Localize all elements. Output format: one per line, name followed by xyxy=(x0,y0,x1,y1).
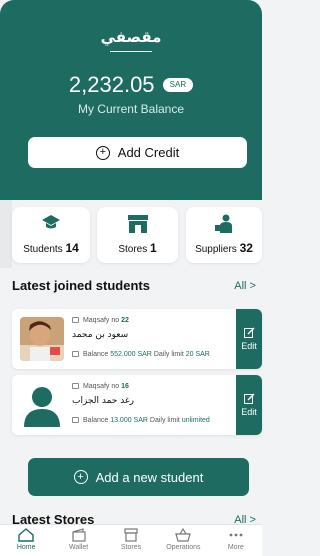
daily-limit-value: unlimited xyxy=(181,417,210,424)
graduation-cap-icon xyxy=(41,214,61,236)
more-icon xyxy=(229,533,243,537)
wallet-mini-icon xyxy=(72,417,79,423)
student-avatar-photo xyxy=(20,317,64,361)
nav-home[interactable]: Home xyxy=(0,525,52,556)
student-card[interactable]: Maqsafy no 16 رغد حمد الجزاب Balance 13.… xyxy=(12,375,262,435)
edit-student-button[interactable]: Edit xyxy=(236,309,262,369)
edit-student-button[interactable]: Edit xyxy=(236,375,262,435)
stat-card-stores[interactable]: Stores 1 xyxy=(97,207,178,263)
latest-students-title: Latest joined students xyxy=(12,278,150,293)
default-user-icon xyxy=(20,383,64,427)
nav-home-label: Home xyxy=(16,544,36,551)
balance-amount: 2,232.05 xyxy=(68,72,155,97)
balance-value: 13.000 SAR xyxy=(110,417,148,424)
nav-operations-label: Operations xyxy=(166,544,201,551)
edit-label: Edit xyxy=(241,341,257,351)
add-credit-label: Add Credit xyxy=(117,145,180,160)
stat-label-suppliers: Suppliers xyxy=(195,244,237,255)
app-brand: مقصفي xyxy=(100,28,162,46)
balance-label: Balance xyxy=(82,417,109,424)
balance-caption: My Current Balance xyxy=(77,102,185,116)
add-student-label: Add a new student xyxy=(95,469,204,485)
maqsafy-label: Maqsafy no xyxy=(82,317,120,324)
currency-badge: SAR xyxy=(162,78,194,92)
stat-label-stores: Stores xyxy=(118,244,148,255)
plus-circle-icon: + xyxy=(73,470,88,484)
stat-label-students: Students xyxy=(23,244,63,255)
edit-icon xyxy=(243,327,254,338)
wallet-icon xyxy=(72,528,86,542)
balance-header: مقصفي 2,232.05 SAR My Current Balance + … xyxy=(0,0,262,200)
nav-operations[interactable]: Operations xyxy=(157,525,209,556)
student-name: رغد حمد الجزاب xyxy=(72,396,134,406)
stat-card-suppliers[interactable]: Suppliers 32 xyxy=(186,207,262,263)
daily-limit-label: Daily limit xyxy=(153,351,184,358)
add-student-button[interactable]: + Add a new student xyxy=(28,458,249,496)
stat-card-students[interactable]: Students 14 xyxy=(12,207,90,263)
nav-stores[interactable]: Stores xyxy=(105,525,157,556)
daily-limit-value: 20 SAR xyxy=(185,351,210,358)
edit-icon xyxy=(243,393,254,404)
balance-value: 552.000 SAR xyxy=(110,351,152,358)
home-icon xyxy=(18,528,34,542)
edit-label: Edit xyxy=(241,407,257,417)
store-icon xyxy=(127,214,149,238)
supplier-icon xyxy=(213,214,235,238)
student-name: سعود بن محمد xyxy=(72,330,129,340)
maqsafy-label: Maqsafy no xyxy=(82,383,120,390)
stat-count-suppliers: 32 xyxy=(239,241,253,255)
id-card-icon xyxy=(72,383,79,389)
latest-students-all-link[interactable]: All > xyxy=(234,280,256,292)
id-card-icon xyxy=(72,317,79,323)
plus-circle-icon: + xyxy=(95,145,110,160)
daily-limit-label: Daily limit xyxy=(149,417,180,424)
side-band xyxy=(0,200,12,268)
student-card[interactable]: Maqsafy no 22 سعود بن محمد Balance 552.0… xyxy=(12,309,262,369)
brand-underline xyxy=(110,51,152,52)
nav-stores-label: Stores xyxy=(120,544,142,551)
nav-more-label: More xyxy=(227,544,244,551)
wallet-mini-icon xyxy=(72,351,79,357)
store-icon xyxy=(124,528,138,542)
nav-more[interactable]: More xyxy=(210,525,262,556)
maqsafy-number: 16 xyxy=(121,383,129,390)
balance-label: Balance xyxy=(82,351,109,358)
bottom-nav: Home Wallet Stores Operations More xyxy=(0,524,262,556)
stat-count-stores: 1 xyxy=(150,241,157,255)
maqsafy-number: 22 xyxy=(121,317,129,324)
stat-count-students: 14 xyxy=(65,241,79,255)
nav-wallet[interactable]: Wallet xyxy=(52,525,104,556)
balance-row: 2,232.05 SAR xyxy=(0,72,262,98)
nav-wallet-label: Wallet xyxy=(69,544,89,551)
operations-icon xyxy=(175,528,192,542)
add-credit-button[interactable]: + Add Credit xyxy=(28,137,247,168)
